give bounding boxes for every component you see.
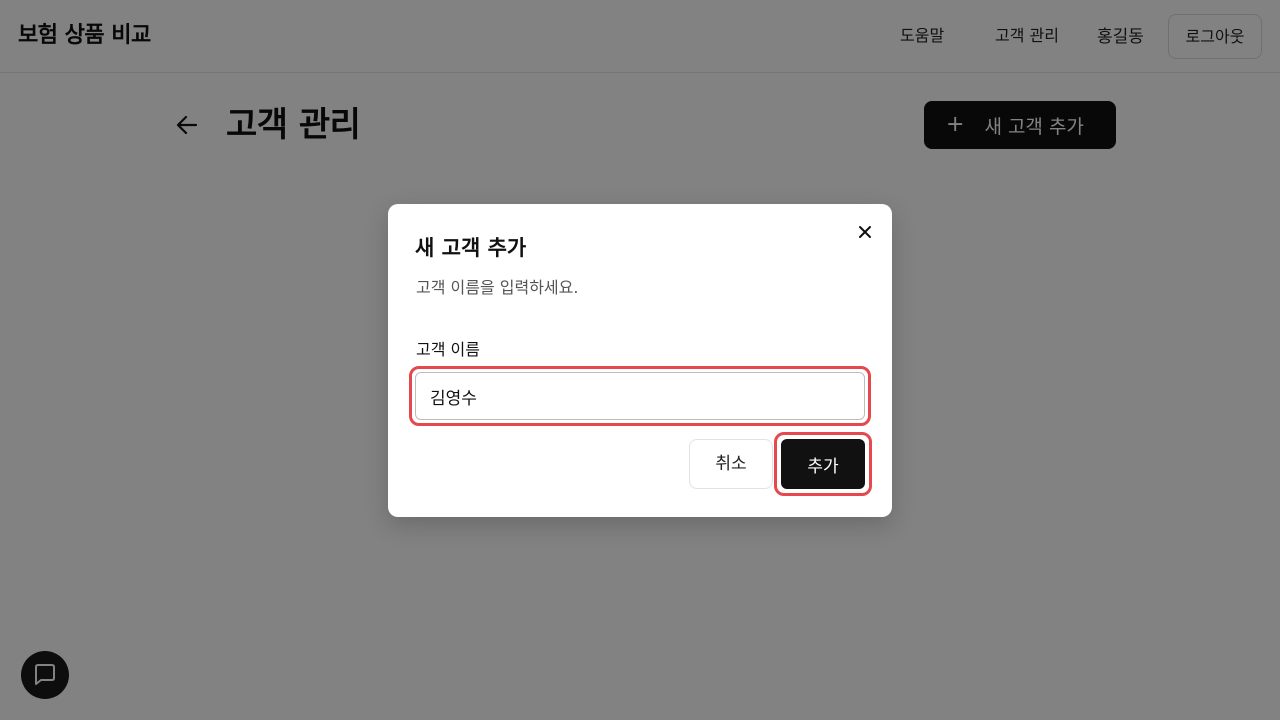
confirm-button-highlight: 추가	[774, 432, 872, 496]
dialog-title: 새 고객 추가	[415, 236, 527, 260]
customer-name-input-highlight	[409, 366, 871, 426]
close-icon[interactable]	[854, 221, 876, 243]
customer-name-input[interactable]	[415, 372, 865, 420]
close-icon-graphic	[859, 226, 871, 238]
confirm-add-button[interactable]: 추가	[781, 439, 865, 489]
customer-name-label: 고객 이름	[416, 340, 480, 359]
cancel-button[interactable]: 취소	[689, 439, 773, 489]
dialog-description: 고객 이름을 입력하세요.	[416, 278, 579, 297]
add-customer-dialog: 새 고객 추가 고객 이름을 입력하세요. 고객 이름 취소 추가	[388, 204, 892, 517]
